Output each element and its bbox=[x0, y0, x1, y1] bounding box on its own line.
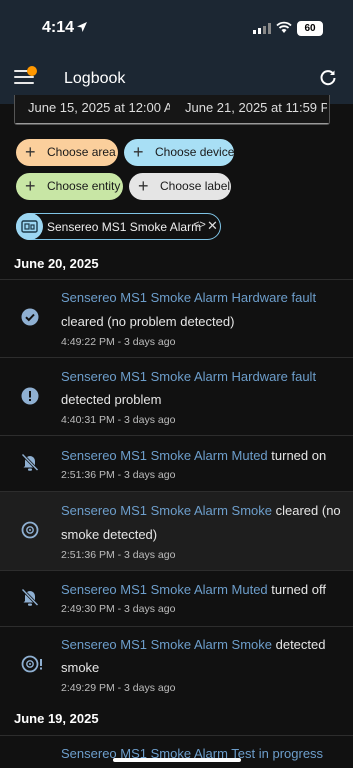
selected-device-label: Sensereo MS1 Smoke Alarm bbox=[47, 220, 202, 234]
alert-circle-icon bbox=[21, 387, 39, 405]
plus-icon: + bbox=[25, 176, 36, 196]
entry-timestamp: 4:49:22 PM - 3 days ago bbox=[61, 336, 176, 348]
bell-off-icon bbox=[21, 588, 39, 607]
check-circle-icon bbox=[21, 308, 39, 326]
log-entry: Sensereo MS1 Smoke Alarm Smoke cleared (… bbox=[0, 492, 353, 570]
choose-entity-button[interactable]: + Choose entity bbox=[16, 173, 123, 200]
selected-device-chip[interactable]: Sensereo MS1 Smoke Alarm <> ✕ bbox=[16, 213, 221, 240]
log-entry: Sensereo MS1 Smoke Alarm Hardware fault … bbox=[0, 280, 353, 357]
entry-action: turned on bbox=[271, 448, 327, 463]
entry-action: detected bbox=[275, 637, 326, 652]
log-entry: Sensereo MS1 Smoke Alarm Hardware fault … bbox=[0, 358, 353, 435]
choose-label-label: Choose label bbox=[160, 179, 231, 193]
entry-action: detected problem bbox=[61, 392, 162, 407]
start-date[interactable]: June 15, 2025 at 12:00 AM bbox=[28, 100, 170, 115]
refresh-icon[interactable] bbox=[319, 69, 337, 87]
entity-link[interactable]: Sensereo MS1 Smoke Alarm Muted bbox=[61, 448, 268, 463]
smoke-detector-alert-icon bbox=[21, 655, 42, 673]
log-entry: Sensereo MS1 Smoke Alarm Test in progres… bbox=[0, 736, 353, 768]
choose-label-button[interactable]: + Choose label bbox=[129, 173, 231, 200]
entry-timestamp: 4:40:31 PM - 3 days ago bbox=[61, 414, 176, 426]
date-underline bbox=[15, 123, 329, 124]
choose-entity-label: Choose entity bbox=[47, 179, 121, 193]
code-icon[interactable]: <> bbox=[193, 219, 206, 231]
choose-device-label: Choose device bbox=[155, 145, 235, 159]
bell-off-icon bbox=[21, 453, 39, 472]
entity-link[interactable]: Sensereo MS1 Smoke Alarm Muted bbox=[61, 582, 268, 597]
entity-link[interactable]: Sensereo MS1 Smoke Alarm Hardware fault bbox=[61, 290, 316, 305]
entry-action: cleared (no problem detected) bbox=[61, 314, 235, 329]
date-range-picker[interactable]: June 15, 2025 at 12:00 AM June 21, 2025 … bbox=[14, 95, 330, 125]
plus-icon: + bbox=[138, 176, 149, 196]
entry-timestamp: 2:51:36 PM - 3 days ago bbox=[61, 549, 176, 561]
entity-link[interactable]: Sensereo MS1 Smoke Alarm Smoke bbox=[61, 503, 272, 518]
close-icon[interactable]: ✕ bbox=[207, 218, 218, 234]
day-header: June 20, 2025 bbox=[14, 256, 99, 271]
log-entry: Sensereo MS1 Smoke Alarm Muted turned of… bbox=[0, 571, 353, 626]
smoke-detector-icon bbox=[21, 521, 39, 539]
entry-action-cont: smoke bbox=[61, 660, 100, 675]
device-avatar bbox=[16, 213, 43, 240]
status-time: 4:14 bbox=[42, 19, 75, 36]
entity-link[interactable]: Sensereo MS1 Smoke Alarm Hardware fault bbox=[61, 369, 316, 384]
plus-icon: + bbox=[133, 142, 144, 162]
log-entry: Sensereo MS1 Smoke Alarm Smoke detected … bbox=[0, 627, 353, 704]
notification-dot bbox=[27, 66, 37, 76]
wifi-icon bbox=[276, 21, 292, 33]
entry-timestamp: 2:51:36 PM - 3 days ago bbox=[61, 469, 176, 481]
end-date[interactable]: June 21, 2025 at 11:59 PM bbox=[185, 100, 327, 115]
location-arrow-icon bbox=[77, 22, 87, 32]
entry-action: cleared (no bbox=[275, 503, 341, 518]
entity-link[interactable]: Sensereo MS1 Smoke Alarm Smoke bbox=[61, 637, 272, 652]
entry-action: turned off bbox=[271, 582, 326, 597]
log-entry: Sensereo MS1 Smoke Alarm Muted turned on… bbox=[0, 436, 353, 491]
page-title: Logbook bbox=[64, 70, 126, 87]
entry-timestamp: 2:49:29 PM - 3 days ago bbox=[61, 682, 176, 694]
day-header: June 19, 2025 bbox=[14, 711, 99, 726]
choose-area-label: Choose area bbox=[47, 145, 116, 159]
device-icon bbox=[21, 220, 38, 233]
signal-icon bbox=[253, 23, 271, 34]
home-indicator[interactable] bbox=[113, 758, 241, 762]
entry-action-cont: smoke detected) bbox=[61, 527, 158, 542]
choose-device-button[interactable]: + Choose device bbox=[124, 139, 234, 166]
plus-icon: + bbox=[25, 142, 36, 162]
battery-icon: 60 bbox=[297, 21, 323, 36]
entry-timestamp: 2:49:30 PM - 3 days ago bbox=[61, 603, 176, 615]
choose-area-button[interactable]: + Choose area bbox=[16, 139, 118, 166]
